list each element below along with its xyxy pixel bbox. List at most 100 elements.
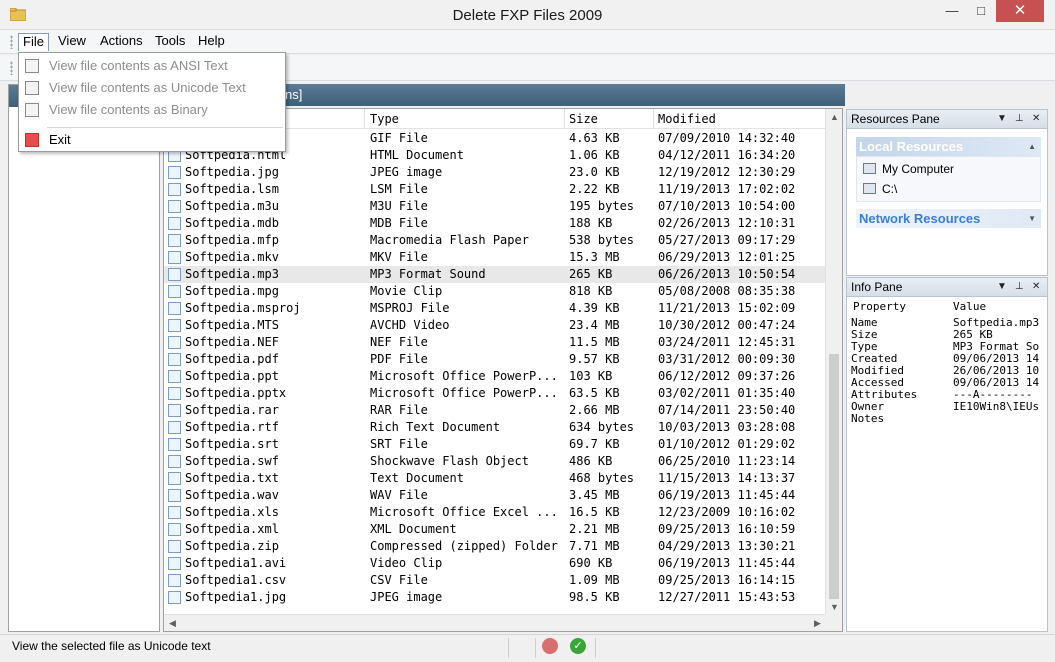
file-name-cell: Softpedia.NEF: [185, 335, 279, 349]
info-property: Notes: [851, 413, 885, 425]
tree-item-my-computer[interactable]: My Computer: [863, 160, 954, 178]
minimize-button[interactable]: —: [938, 0, 966, 22]
table-row[interactable]: Softpedia.xls Microsoft Office Excel ... 1…: [164, 504, 826, 521]
table-row[interactable]: Softpedia.pptx Microsoft Office PowerP...…: [164, 385, 826, 402]
file-modified-cell: 06/26/2013 10:50:54: [658, 267, 796, 281]
file-modified-cell: 09/25/2013 16:14:15: [658, 573, 796, 587]
file-name-cell: Softpedia.rar: [185, 403, 279, 417]
maximize-button[interactable]: □: [967, 0, 995, 22]
file-type-cell: Compressed (zipped) Folder: [370, 539, 558, 553]
column-modified[interactable]: Modified: [658, 112, 716, 128]
info-col-value[interactable]: Value: [953, 300, 986, 313]
table-row[interactable]: Softpedia.rar RAR File 2.66 MB 07/14/2011 2…: [164, 402, 826, 419]
file-modified-cell: 05/08/2008 08:35:38: [658, 284, 796, 298]
menu-tools[interactable]: Tools: [151, 33, 189, 51]
file-list[interactable]: Type Size Modified GIF File 4.63 KB 07/09/…: [163, 108, 843, 632]
table-row[interactable]: Softpedia.mp3 MP3 Format Sound 265 KB 06/26…: [164, 266, 826, 283]
file-type-cell: XML Document: [370, 522, 457, 536]
menu-item-view-binary[interactable]: View file contents as Binary: [19, 99, 285, 121]
menubar-grip[interactable]: [10, 35, 13, 49]
file-type-cell: HTML Document: [370, 148, 464, 162]
expand-chevron-icon[interactable]: ▼: [1028, 209, 1036, 228]
scroll-right-arrow[interactable]: ▶: [809, 615, 826, 631]
table-row[interactable]: Softpedia.zip Compressed (zipped) Folder 7…: [164, 538, 826, 555]
table-row[interactable]: Softpedia.swf Shockwave Flash Object 486 K…: [164, 453, 826, 470]
file-size-cell: 634 bytes: [569, 420, 635, 434]
table-row[interactable]: Softpedia.rtf Rich Text Document 634 bytes…: [164, 419, 826, 436]
table-row[interactable]: Softpedia.MTS AVCHD Video 23.4 MB 10/30/201…: [164, 317, 826, 334]
file-modified-cell: 09/25/2013 16:10:59: [658, 522, 796, 536]
table-row[interactable]: Softpedia.xml XML Document 2.21 MB 09/25/20…: [164, 521, 826, 538]
table-row[interactable]: Softpedia.NEF NEF File 11.5 MB 03/24/2011 1…: [164, 334, 826, 351]
toolbar-grip[interactable]: [10, 61, 13, 75]
menu-file[interactable]: File: [18, 33, 49, 51]
file-name-cell: Softpedia.m3u: [185, 199, 279, 213]
collapse-chevron-icon[interactable]: ▲: [1028, 137, 1036, 156]
table-row[interactable]: Softpedia.ppt Microsoft Office PowerP... 1…: [164, 368, 826, 385]
table-row[interactable]: Softpedia1.csv CSV File 1.09 MB 09/25/2013 …: [164, 572, 826, 589]
column-size[interactable]: Size: [569, 112, 598, 128]
info-row: Type MP3 Format So: [847, 341, 1047, 353]
close-icon[interactable]: ✕: [1032, 110, 1040, 128]
file-type-cell: GIF File: [370, 131, 428, 145]
pane-dropdown-icon[interactable]: ▼: [997, 110, 1007, 128]
pin-icon[interactable]: ⊥: [1015, 278, 1024, 296]
info-col-property[interactable]: Property: [853, 300, 906, 313]
status-divider: [535, 638, 536, 658]
table-row[interactable]: Softpedia.mkv MKV File 15.3 MB 06/29/2013 1…: [164, 249, 826, 266]
file-modified-cell: 12/23/2009 10:16:02: [658, 505, 796, 519]
menu-item-label: View file contents as Binary: [49, 102, 208, 117]
binary-icon: [25, 103, 39, 117]
table-row[interactable]: Softpedia.pdf PDF File 9.57 KB 03/31/2012 0…: [164, 351, 826, 368]
local-resources-label: Local Resources: [859, 139, 964, 154]
column-separator[interactable]: [564, 109, 565, 129]
menu-item-view-unicode[interactable]: View file contents as Unicode Text: [19, 77, 285, 99]
column-separator[interactable]: [653, 109, 654, 129]
table-row[interactable]: Softpedia.msproj MSPROJ File 4.39 KB 11/21/…: [164, 300, 826, 317]
close-icon[interactable]: ✕: [1032, 278, 1040, 296]
column-type[interactable]: Type: [370, 112, 399, 128]
network-resources-header[interactable]: Network Resources ▼: [856, 209, 1041, 228]
table-row[interactable]: Softpedia1.jpg JPEG image 98.5 KB 12/27/201…: [164, 589, 826, 606]
folder-tree-pane[interactable]: [8, 84, 160, 632]
table-row[interactable]: Softpedia.jpg JPEG image 23.0 KB 12/19/2012…: [164, 164, 826, 181]
file-size-cell: 195 bytes: [569, 199, 635, 213]
info-row: Modified 26/06/2013 10: [847, 365, 1047, 377]
file-type-cell: M3U File: [370, 199, 428, 213]
file-modified-cell: 07/10/2013 10:54:00: [658, 199, 796, 213]
table-row[interactable]: Softpedia.mfp Macromedia Flash Paper 538 b…: [164, 232, 826, 249]
file-size-cell: 69.7 KB: [569, 437, 620, 451]
vertical-scrollbar[interactable]: ▲ ▼: [825, 109, 842, 616]
table-row[interactable]: Softpedia.mpg Movie Clip 818 KB 05/08/2008 …: [164, 283, 826, 300]
table-row[interactable]: Softpedia1.avi Video Clip 690 KB 06/19/2013…: [164, 555, 826, 572]
table-row[interactable]: Softpedia.srt SRT File 69.7 KB 01/10/2012 0…: [164, 436, 826, 453]
close-button[interactable]: ✕: [996, 0, 1044, 22]
column-separator[interactable]: [364, 109, 365, 129]
file-type-icon: [168, 591, 181, 604]
path-text: ns]: [285, 87, 303, 102]
file-type-cell: JPEG image: [370, 165, 443, 179]
table-row[interactable]: Softpedia.m3u M3U File 195 bytes 07/10/2013…: [164, 198, 826, 215]
menu-item-view-ansi[interactable]: View file contents as ANSI Text: [19, 55, 285, 77]
pane-dropdown-icon[interactable]: ▼: [997, 278, 1007, 296]
file-size-cell: 23.0 KB: [569, 165, 620, 179]
scroll-thumb[interactable]: [829, 354, 839, 599]
table-row[interactable]: Softpedia.txt Text Document 468 bytes 11/15…: [164, 470, 826, 487]
table-row[interactable]: Softpedia.lsm LSM File 2.22 KB 11/19/2013 1…: [164, 181, 826, 198]
scroll-left-arrow[interactable]: ◀: [164, 615, 181, 631]
tree-item-c-drive[interactable]: C:\: [863, 180, 897, 198]
menu-view[interactable]: View: [54, 33, 90, 51]
pin-icon[interactable]: ⊥: [1015, 110, 1024, 128]
file-name-cell: Softpedia1.csv: [185, 573, 287, 587]
menu-actions[interactable]: Actions: [96, 33, 147, 51]
file-modified-cell: 06/12/2012 09:37:26: [658, 369, 796, 383]
file-name-cell: Softpedia.ppt: [185, 369, 279, 383]
table-row[interactable]: Softpedia.mdb MDB File 188 KB 02/26/2013 12…: [164, 215, 826, 232]
menu-help[interactable]: Help: [194, 33, 229, 51]
horizontal-scrollbar[interactable]: ◀ ▶: [164, 614, 826, 631]
scroll-up-arrow[interactable]: ▲: [826, 109, 842, 126]
local-resources-header[interactable]: Local Resources ▲: [856, 137, 1041, 156]
file-modified-cell: 02/26/2013 12:10:31: [658, 216, 796, 230]
menu-item-exit[interactable]: Exit: [19, 129, 285, 151]
table-row[interactable]: Softpedia.wav WAV File 3.45 MB 06/19/2013 1…: [164, 487, 826, 504]
